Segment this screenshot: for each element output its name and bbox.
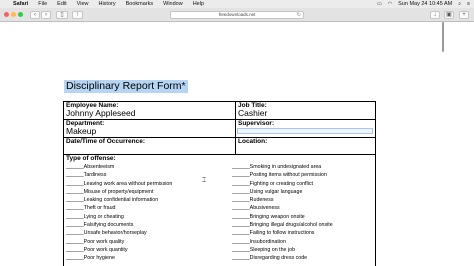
offense-item[interactable]: ______Failing to follow instructions [232, 229, 333, 237]
address-bar[interactable]: freedownloads.net ↻ [170, 10, 304, 19]
back-button[interactable]: ‹ [30, 10, 40, 19]
offense-item[interactable]: ______Bringing illegal drugs/alcohol ons… [232, 221, 333, 229]
new-tab-button[interactable]: + [459, 10, 469, 19]
menu-history[interactable]: History [98, 0, 115, 8]
job-title-cell[interactable]: Job Title: Cashier [235, 101, 376, 120]
supervisor-field[interactable] [237, 128, 373, 134]
offense-item[interactable]: ______Misuse of property/equipment [66, 188, 172, 196]
menu-file[interactable]: File [38, 0, 47, 8]
clock[interactable]: Sun May 24 10:45 AM [398, 0, 452, 8]
scrollbar[interactable] [442, 22, 444, 52]
offense-item[interactable]: ______Unsafe behavior/horseplay [66, 229, 172, 237]
menu-help[interactable]: Help [193, 0, 204, 8]
text-cursor-icon: ⌶ [202, 177, 207, 184]
date-time-label: Date/Time of Occurrence: [66, 138, 145, 145]
offense-item[interactable]: ______Rudeness [232, 196, 333, 204]
department-field[interactable]: Makeup [66, 127, 233, 136]
menu-view[interactable]: View [77, 0, 89, 8]
employee-name-cell[interactable]: Employee Name: Johnny Appleseed [63, 101, 236, 120]
maximize-window-button[interactable] [18, 12, 23, 17]
form-title[interactable]: Disciplinary Report Form* [64, 80, 188, 93]
location-label: Location: [238, 138, 268, 145]
tabs-overview-icon[interactable]: ▣ [444, 10, 454, 19]
menu-safari[interactable]: Safari [13, 0, 28, 8]
location-cell[interactable]: Location: [235, 137, 376, 155]
menu-edit[interactable]: Edit [57, 0, 66, 8]
supervisor-label: Supervisor: [238, 120, 275, 127]
offense-item[interactable]: ______Leaking confidential information [66, 196, 172, 204]
forward-button[interactable]: › [41, 10, 51, 19]
menu-bookmarks[interactable]: Bookmarks [126, 0, 154, 8]
date-time-cell[interactable]: Date/Time of Occurrence: [63, 137, 236, 155]
offense-item[interactable]: ______Smoking in undesignated area [232, 163, 333, 171]
wifi-icon[interactable]: ◠ [388, 0, 392, 8]
sidebar-icon[interactable]: ▯ [56, 10, 68, 19]
offense-list-right: ______Smoking in undesignated area _____… [232, 163, 333, 263]
share-icon[interactable]: ↑ [72, 10, 83, 19]
offense-section: Type of offense: ______Absenteeism _____… [63, 153, 376, 266]
offense-item[interactable]: ______Disregarding dress code [232, 254, 333, 262]
reload-icon[interactable]: ↻ [297, 12, 301, 19]
offense-item[interactable]: ______Lying or cheating [66, 213, 172, 221]
department-cell[interactable]: Department: Makeup [63, 119, 236, 138]
employee-info-table: Employee Name: Johnny Appleseed Job Titl… [63, 101, 376, 155]
offense-item[interactable]: ______Insubordination [232, 238, 333, 246]
offense-item[interactable]: ______Theft or fraud [66, 204, 172, 212]
offense-item[interactable]: ______Sleeping on the job [232, 246, 333, 254]
offense-item[interactable]: ______Bringing weapon onsite [232, 213, 333, 221]
offense-item[interactable]: ______Poor work quality [66, 238, 172, 246]
search-icon[interactable]: ⌕ [458, 0, 461, 8]
battery-icon[interactable]: ▭ [377, 0, 382, 8]
offense-item[interactable]: ______Using vulgar language [232, 188, 333, 196]
url-text: freedownloads.net [218, 11, 256, 17]
offense-item[interactable]: ______Falsifying documents [66, 221, 172, 229]
offense-list-left: ______Absenteeism ______Tardiness ______… [66, 163, 172, 263]
offense-item[interactable]: ______Poor hygiene [66, 254, 172, 262]
menu-list: Safari File Edit View History Bookmarks … [13, 0, 204, 8]
supervisor-cell[interactable]: Supervisor: [235, 119, 376, 138]
menu-bar: Safari File Edit View History Bookmarks … [0, 0, 474, 8]
list-icon[interactable]: ≡ [467, 0, 470, 8]
job-title-field[interactable]: Cashier [238, 109, 373, 118]
status-area: ▭ ◠ Sun May 24 10:45 AM ⌕ ≡ [377, 0, 470, 8]
menu-window[interactable]: Window [163, 0, 183, 8]
downloads-icon[interactable]: ↓ [430, 10, 440, 19]
employee-name-field[interactable]: Johnny Appleseed [66, 109, 233, 118]
browser-toolbar: ‹ › ▯ ↑ freedownloads.net ↻ ↓ ▣ + [0, 8, 474, 22]
offense-item[interactable]: ______Absenteeism [66, 163, 172, 171]
offense-item[interactable]: ______Leaving work area without permissi… [66, 180, 172, 188]
offense-item[interactable]: ______Poor work quantity [66, 246, 172, 254]
close-window-button[interactable] [4, 12, 9, 17]
offense-item[interactable]: ______Fighting or creating conflict [232, 180, 333, 188]
offense-item[interactable]: ______Abusiveness [232, 204, 333, 212]
minimize-window-button[interactable] [11, 12, 16, 17]
offense-item[interactable]: ______Posting items without permission [232, 171, 333, 179]
offense-item[interactable]: ______Tardiness [66, 171, 172, 179]
type-of-offense-label: Type of offense: [66, 155, 116, 162]
